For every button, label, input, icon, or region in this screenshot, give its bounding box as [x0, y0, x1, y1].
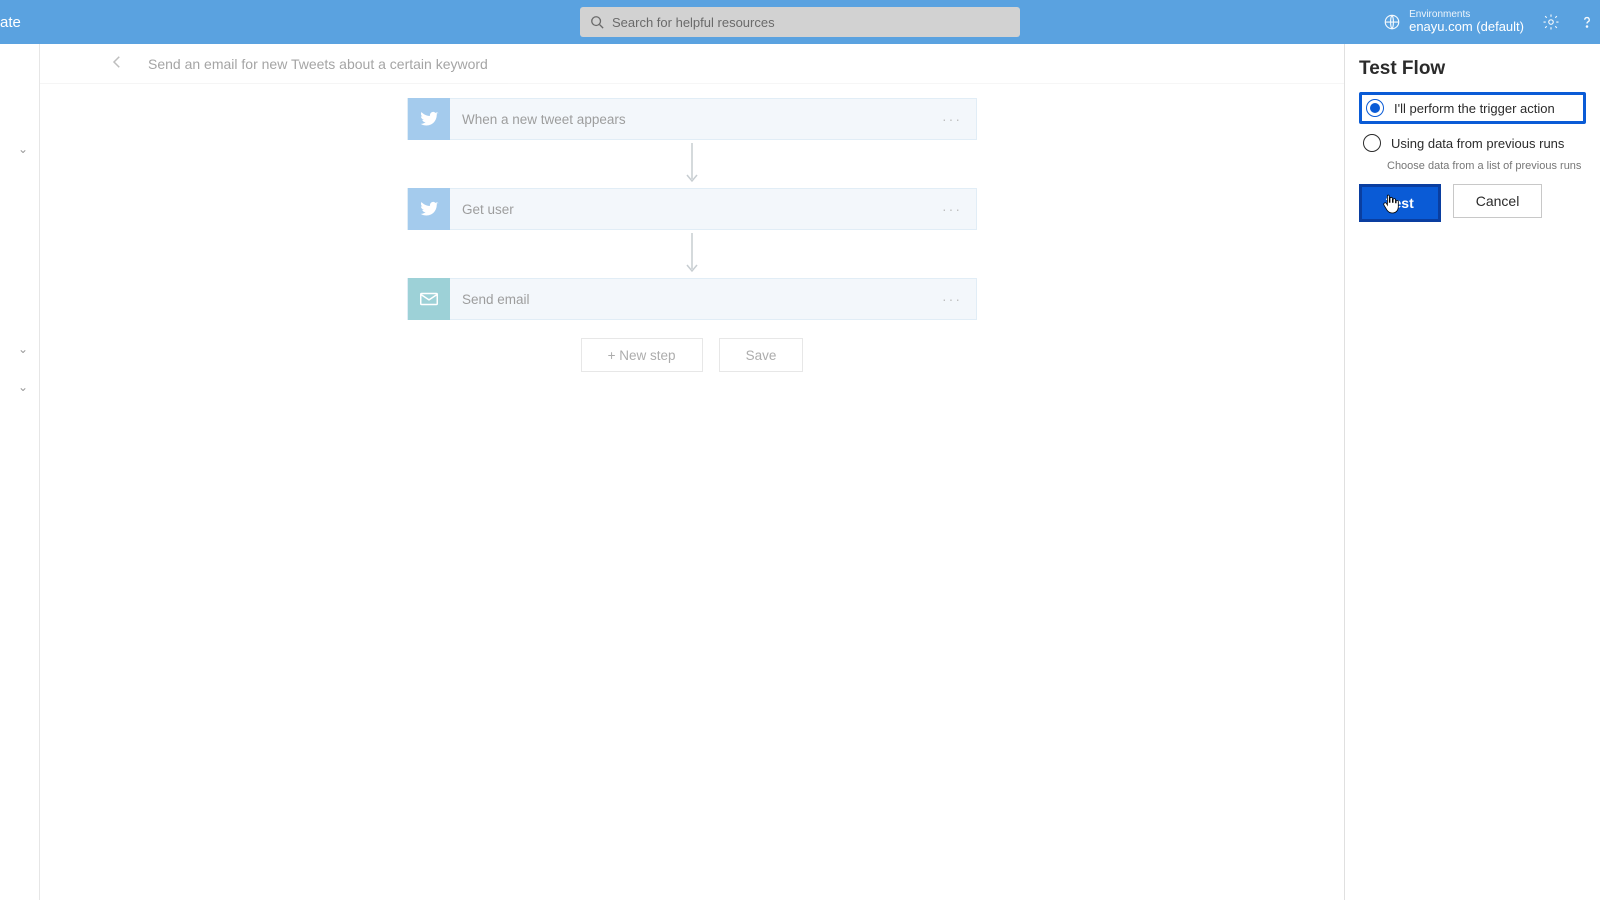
flow-title: Send an email for new Tweets about a cer…: [148, 56, 488, 72]
environment-label: Environments: [1409, 9, 1524, 20]
test-button[interactable]: Test: [1359, 184, 1441, 222]
search-box[interactable]: [580, 7, 1020, 37]
environment-name: enayu.com (default): [1409, 20, 1524, 34]
test-button-label: Test: [1386, 195, 1414, 211]
radio-icon: [1363, 134, 1381, 152]
flow-step-trigger[interactable]: When a new tweet appears ···: [407, 98, 977, 140]
gear-icon[interactable]: [1542, 13, 1560, 31]
flow-canvas: When a new tweet appears ··· Get user ··…: [40, 84, 1344, 900]
new-step-button[interactable]: + New step: [581, 338, 703, 372]
chevron-down-icon[interactable]: ⌄: [18, 342, 28, 356]
more-icon[interactable]: ···: [942, 111, 962, 127]
more-icon[interactable]: ···: [942, 201, 962, 217]
twitter-icon: [408, 188, 450, 230]
panel-buttons: Test Cancel: [1359, 184, 1586, 222]
chevron-down-icon[interactable]: ⌄: [18, 142, 28, 156]
panel-title: Test Flow: [1359, 58, 1586, 80]
step-label: Get user: [450, 202, 514, 217]
brand-fragment: ate: [0, 14, 21, 31]
search-container: [580, 7, 1020, 37]
help-icon[interactable]: [1578, 13, 1596, 31]
top-header: ate Environments enayu.com (default): [0, 0, 1600, 44]
environment-picker[interactable]: Environments enayu.com (default): [1383, 9, 1524, 34]
chevron-down-icon[interactable]: ⌄: [18, 380, 28, 394]
radio-label: I'll perform the trigger action: [1394, 101, 1555, 116]
search-icon: [590, 15, 604, 29]
previous-runs-hint: Choose data from a list of previous runs: [1359, 160, 1586, 172]
radio-previous-runs[interactable]: Using data from previous runs: [1359, 128, 1586, 158]
arrow-connector: [684, 140, 700, 188]
save-button[interactable]: Save: [719, 338, 804, 372]
arrow-connector: [684, 230, 700, 278]
mail-icon: [408, 278, 450, 320]
radio-icon: [1366, 99, 1384, 117]
twitter-icon: [408, 98, 450, 140]
radio-perform-trigger[interactable]: I'll perform the trigger action: [1359, 92, 1586, 124]
environment-text: Environments enayu.com (default): [1409, 9, 1524, 34]
search-input[interactable]: [612, 15, 1010, 30]
test-flow-panel: Test Flow I'll perform the trigger actio…: [1344, 44, 1600, 900]
environment-icon: [1383, 13, 1401, 31]
flow-step-get-user[interactable]: Get user ···: [407, 188, 977, 230]
radio-label: Using data from previous runs: [1391, 136, 1564, 151]
left-nav-strip: ⌄ ⌄ ⌄: [0, 44, 40, 900]
back-arrow-icon[interactable]: [108, 53, 126, 74]
flow-title-bar: Send an email for new Tweets about a cer…: [40, 44, 1344, 84]
cancel-button[interactable]: Cancel: [1453, 184, 1543, 218]
more-icon[interactable]: ···: [942, 291, 962, 307]
canvas-buttons: + New step Save: [581, 338, 804, 372]
flow-step-send-email[interactable]: Send email ···: [407, 278, 977, 320]
step-label: Send email: [450, 292, 530, 307]
header-right: Environments enayu.com (default): [1383, 0, 1600, 44]
step-label: When a new tweet appears: [450, 112, 626, 127]
